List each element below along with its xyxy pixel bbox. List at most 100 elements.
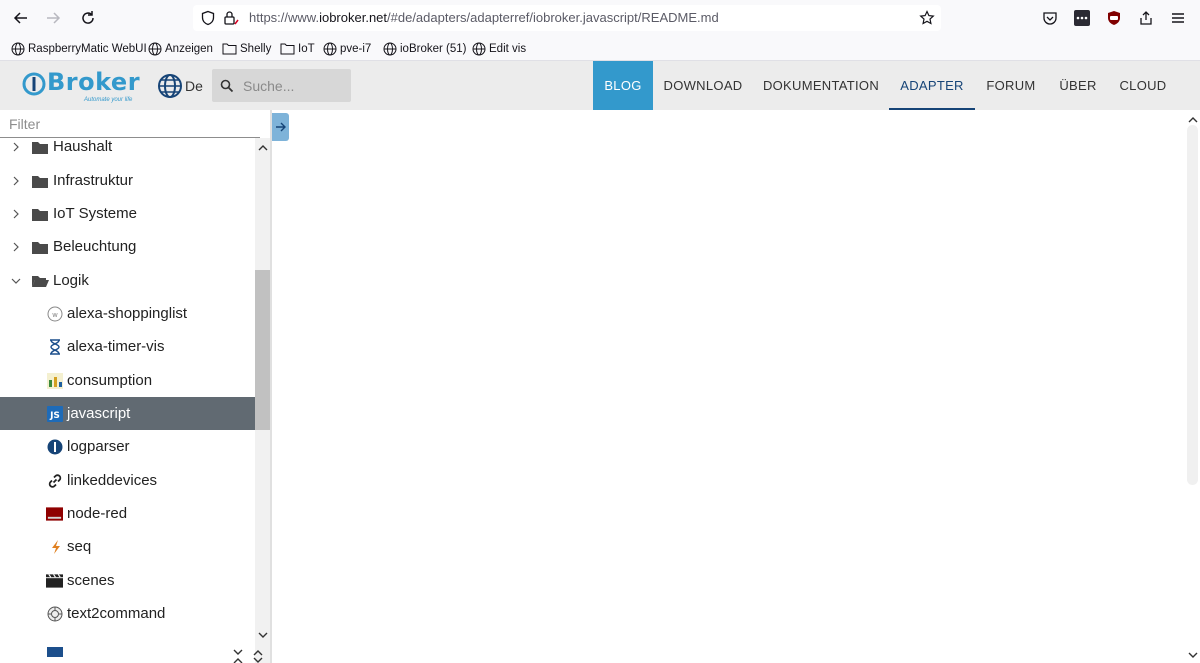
category-beleuchtung[interactable]: Beleuchtung [0,230,255,263]
menu-ueber[interactable]: ÜBER [1052,61,1104,110]
bookmark-iobroker[interactable]: ioBroker (51) [383,40,466,57]
pocket-button[interactable] [1040,8,1060,28]
node-red-icon [46,505,63,522]
bookmark-label: Anzeigen [165,42,213,55]
bookmark-iot[interactable]: IoT [280,40,315,57]
bookmark-raspberrymatic[interactable]: RaspberryMatic WebUI [11,40,147,57]
adapter-item-alexa-timer-vis[interactable]: alexa-timer-vis [0,330,255,363]
bookmarks-bar: RaspberryMatic WebUI Anzeigen Shelly IoT… [0,36,1200,61]
bookmark-label: Shelly [240,42,272,55]
menu-forum[interactable]: FORUM [980,61,1042,110]
chevron-up-icon[interactable] [255,140,270,154]
menu-download[interactable]: DOWNLOAD [660,61,746,110]
shield-icon [201,10,215,26]
category-infrastruktur[interactable]: Infrastruktur [0,164,255,197]
bookmark-label: ioBroker (51) [400,42,467,55]
search-input[interactable]: Suche... [212,69,351,102]
bookmark-label: IoT [298,42,315,55]
chevron-right-icon [11,209,21,219]
hourglass-icon [46,338,63,355]
logo-text: Broker [47,68,141,96]
chevron-up-icon[interactable] [230,653,245,663]
adapter-label: logparser [67,438,130,455]
globe-icon [323,42,337,55]
site-header: Broker Automate your life De Suche... BL… [0,61,1200,110]
url-text[interactable]: https://www.iobroker.net/#de/adapters/ad… [249,10,719,25]
adapter-item-javascript[interactable]: JS javascript [0,397,255,430]
logparser-icon [46,438,63,455]
adapter-item-text2command[interactable]: text2command [0,597,255,630]
chevron-up-icon[interactable] [1185,112,1200,126]
search-placeholder: Suche... [243,78,295,94]
arrow-right-icon [47,12,61,24]
forward-button[interactable] [41,6,65,30]
folder-open-icon [32,275,49,287]
adapter-item-linkeddevices[interactable]: linkeddevices [0,464,255,497]
main-scroll-thumb[interactable] [1187,125,1198,485]
globe-icon [472,42,486,55]
extension-button[interactable] [1072,8,1092,28]
sidebar-scroll-thumb[interactable] [255,270,270,430]
category-logik[interactable]: Logik [0,264,255,297]
share-button[interactable] [1136,8,1156,28]
logo-slogan: Automate your life [84,97,133,103]
reload-icon [82,11,94,24]
adapter-partial-icon [46,640,63,657]
adapter-label: scenes [67,572,115,589]
menu-dokumentation[interactable]: DOKUMENTATION [758,61,884,110]
menu-button[interactable] [1168,8,1188,28]
chevron-right-icon [11,142,21,152]
adapter-item-seq[interactable]: seq [0,530,255,563]
chevron-down-icon[interactable] [250,653,265,663]
sidebar-toggle-button[interactable] [272,113,289,141]
adapter-label: consumption [67,372,153,389]
chevron-down-icon[interactable] [255,628,270,642]
javascript-icon: JS [46,405,63,422]
globe-icon [158,74,182,98]
adapter-item-scenes[interactable]: scenes [0,564,255,597]
adapter-label: seq [67,538,92,555]
main-content [290,110,1185,663]
bookmark-shelly[interactable]: Shelly [222,40,271,57]
adapter-item-logparser[interactable]: logparser [0,430,255,463]
reload-button[interactable] [76,6,100,30]
svg-text:w: w [52,311,58,319]
clapperboard-icon [46,572,63,589]
folder-icon [280,43,295,55]
back-button[interactable] [9,6,33,30]
folder-icon [222,43,237,55]
menu-blog[interactable]: BLOG [593,61,653,110]
category-haushalt[interactable]: Haushalt [0,130,255,163]
folder-icon [32,141,48,154]
folder-icon [32,175,48,188]
adapter-label: alexa-shoppinglist [67,305,188,322]
bookmark-edit-vis[interactable]: Edit vis [472,40,526,57]
adapter-item-consumption[interactable]: consumption [0,364,255,397]
category-label: Beleuchtung [53,238,137,255]
arrow-left-icon [13,12,27,24]
language-selector[interactable]: De [157,73,203,99]
category-iot-systeme[interactable]: IoT Systeme [0,197,255,230]
adapter-label: text2command [67,605,166,622]
folder-icon [32,208,48,221]
menu-cloud[interactable]: CLOUD [1113,61,1173,110]
adapter-item-node-red[interactable]: node-red [0,497,255,530]
browser-toolbar: https://www.iobroker.net/#de/adapters/ad… [0,0,1200,36]
iobroker-logo[interactable]: Broker Automate your life [22,68,142,103]
star-icon[interactable] [919,10,935,26]
share-icon [1140,11,1152,25]
ublock-button[interactable] [1104,8,1124,28]
text2command-icon [46,605,63,622]
extension-dots-icon [1074,10,1090,26]
chevron-down-icon[interactable] [1185,648,1200,662]
url-bar[interactable]: https://www.iobroker.net/#de/adapters/ad… [193,5,941,31]
category-label: Haushalt [53,138,113,155]
menu-adapter[interactable]: ADAPTER [889,61,975,110]
search-icon [220,79,234,93]
hamburger-icon [1172,13,1184,23]
adapter-item-alexa-shoppinglist[interactable]: w alexa-shoppinglist [0,297,255,330]
bookmark-anzeigen[interactable]: Anzeigen [148,40,213,57]
bookmark-pve-i7[interactable]: pve-i7 [323,40,371,57]
consumption-icon [46,372,63,389]
language-label: De [185,78,203,94]
